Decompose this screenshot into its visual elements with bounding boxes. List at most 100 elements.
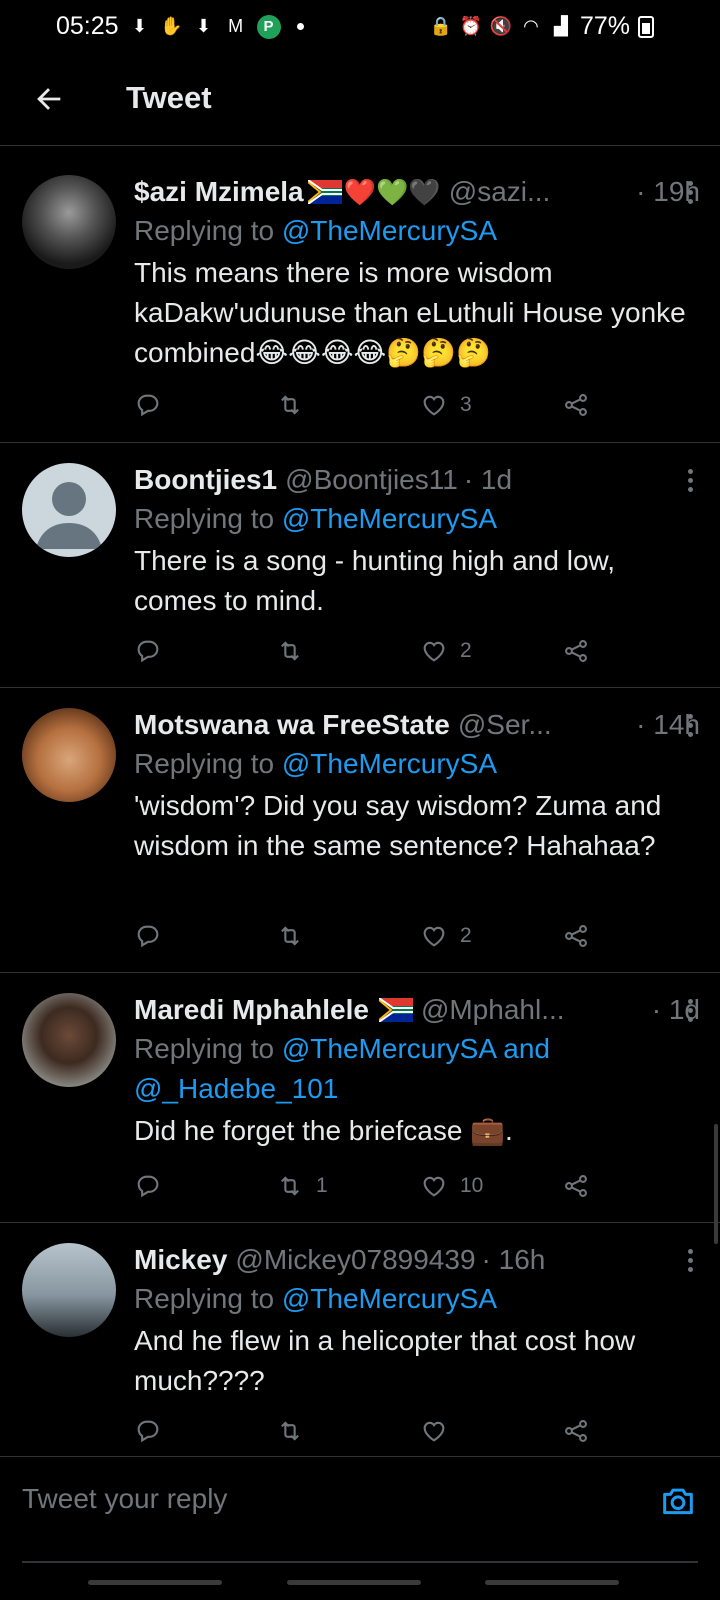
heart-icon	[423, 1176, 445, 1197]
camera-icon[interactable]	[658, 1481, 698, 1521]
avatar[interactable]	[22, 463, 116, 557]
battery-icon	[638, 15, 654, 38]
retweet-icon	[281, 641, 299, 661]
lock-icon: 🔒	[429, 16, 453, 36]
replying-mention[interactable]: @TheMercurySA	[282, 1283, 497, 1314]
page-title: Tweet	[126, 80, 212, 115]
heart-icon	[423, 926, 445, 947]
like-button[interactable]: 2	[420, 916, 472, 956]
tweet-actions: 2	[134, 916, 700, 956]
more-options-icon[interactable]	[688, 999, 694, 1023]
avatar[interactable]	[22, 1243, 116, 1337]
nav-back-button[interactable]	[485, 1580, 619, 1585]
retweet-button[interactable]	[276, 385, 316, 425]
share-icon	[565, 640, 587, 662]
reply-icon	[137, 925, 159, 948]
heart-icon	[423, 641, 445, 662]
retweet-icon	[281, 1421, 299, 1441]
avatar[interactable]	[22, 708, 116, 802]
tweet-item[interactable]: Boontjies1 @Boontjies11 · 1d Replying to…	[0, 443, 720, 688]
battery-level: 77%	[579, 12, 630, 40]
replying-mention[interactable]: @TheMercurySA	[282, 215, 497, 246]
share-button[interactable]	[562, 1411, 590, 1451]
like-count: 2	[460, 924, 472, 947]
reply-button[interactable]	[134, 916, 162, 956]
replying-label: Replying to	[134, 503, 282, 534]
share-button[interactable]	[562, 631, 590, 671]
more-options-icon[interactable]	[688, 181, 694, 205]
tweet-text: This means there is more wisdom kaDakw'u…	[134, 257, 686, 368]
avatar[interactable]	[22, 993, 116, 1087]
tweet-text: And he flew in a helicopter that cost ho…	[134, 1325, 636, 1396]
reply-icon	[137, 1175, 159, 1198]
like-button[interactable]: 10	[420, 1166, 483, 1206]
retweet-button[interactable]	[276, 631, 316, 671]
dot-icon	[296, 23, 304, 30]
replying-label: Replying to	[134, 1033, 282, 1064]
nav-home-button[interactable]	[287, 1580, 421, 1585]
replying-mention[interactable]: @TheMercurySA	[282, 503, 497, 534]
author-name[interactable]: Boontjies1	[134, 464, 277, 496]
heart-icon	[423, 395, 445, 416]
system-navigation-bar	[0, 1570, 720, 1600]
back-arrow-icon[interactable]	[32, 82, 66, 116]
like-count: 10	[460, 1174, 484, 1197]
tweet-actions: 2	[134, 631, 700, 671]
retweet-button[interactable]: 1	[276, 1166, 328, 1206]
reply-icon	[137, 1420, 159, 1443]
like-button[interactable]: 3	[420, 385, 472, 425]
like-count: 3	[460, 393, 472, 416]
like-count: 2	[460, 639, 472, 662]
retweet-button[interactable]	[276, 916, 316, 956]
wifi-icon: ◠	[523, 16, 539, 36]
tweet-item[interactable]: $azi Mzimela ❤️💚🖤 @sazi... · 19h Replyin…	[0, 155, 720, 443]
gmail-icon: M	[228, 16, 244, 36]
author-name[interactable]: Maredi Mphahlele	[134, 994, 369, 1026]
reply-feed[interactable]: $azi Mzimela ❤️💚🖤 @sazi... · 19h Replyin…	[0, 155, 720, 1458]
scrollbar[interactable]	[714, 1124, 718, 1244]
hand-icon: ✋	[160, 16, 183, 36]
south-africa-flag-icon	[378, 998, 413, 1022]
replying-to: Replying to @TheMercurySA	[134, 744, 700, 784]
share-button[interactable]	[562, 916, 590, 956]
author-handle: @Mphahl...	[420, 994, 565, 1025]
more-options-icon[interactable]	[688, 714, 694, 738]
status-time: 05:25	[56, 12, 119, 40]
like-button[interactable]: 2	[420, 631, 472, 671]
tweet-actions	[134, 1411, 700, 1451]
like-button[interactable]	[420, 1411, 460, 1451]
reply-button[interactable]	[134, 631, 162, 671]
nav-recents-button[interactable]	[88, 1580, 222, 1585]
more-options-icon[interactable]	[688, 1249, 694, 1273]
replying-to: Replying to @TheMercurySA	[134, 211, 700, 251]
retweet-button[interactable]	[276, 1411, 316, 1451]
retweet-count: 1	[316, 1174, 328, 1197]
mute-icon: 🔇	[489, 16, 513, 36]
tweet-actions: 3	[134, 385, 700, 425]
download-icon: ⬇	[132, 16, 148, 36]
alarm-icon: ⏰	[459, 16, 483, 36]
replying-label: Replying to	[134, 748, 282, 779]
author-name[interactable]: Motswana wa FreeState	[134, 709, 450, 741]
author-name[interactable]: $azi Mzimela	[134, 176, 304, 208]
share-button[interactable]	[562, 385, 590, 425]
tweet-item[interactable]: Motswana wa FreeState @Ser... · 14h Repl…	[0, 688, 720, 973]
reply-input[interactable]: Tweet your reply	[22, 1483, 227, 1515]
more-options-icon[interactable]	[688, 469, 694, 493]
share-icon	[565, 1420, 587, 1442]
tweet-item[interactable]: Maredi Mphahlele @Mphahl... · 1d Replyin…	[0, 973, 720, 1223]
avatar[interactable]	[22, 175, 116, 269]
replying-mention[interactable]: @TheMercurySA	[282, 748, 497, 779]
reply-icon	[137, 394, 159, 417]
divider	[22, 1561, 698, 1563]
share-button[interactable]	[562, 1166, 590, 1206]
reply-button[interactable]	[134, 1166, 162, 1206]
author-name[interactable]: Mickey	[134, 1244, 227, 1276]
tweet-item[interactable]: Mickey @Mickey07899439 · 16h Replying to…	[0, 1223, 720, 1458]
reply-button[interactable]	[134, 1411, 162, 1451]
reply-icon	[137, 640, 159, 663]
app-header: Tweet	[0, 52, 720, 146]
share-icon	[565, 925, 587, 947]
replying-to: Replying to @TheMercurySA	[134, 499, 700, 539]
reply-button[interactable]	[134, 385, 162, 425]
